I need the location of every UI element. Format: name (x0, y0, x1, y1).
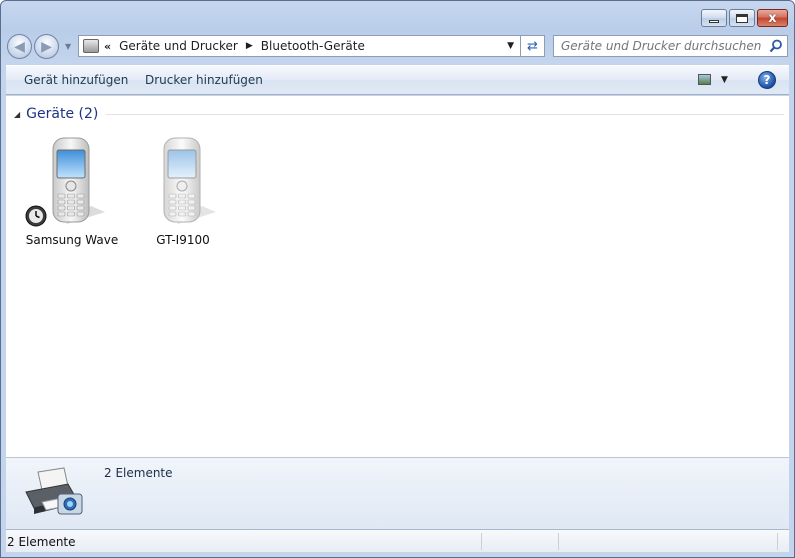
maximize-icon (736, 13, 748, 23)
minimize-button[interactable] (701, 9, 727, 27)
breadcrumb-devices-and-printers[interactable]: Geräte und Drucker (119, 39, 238, 53)
details-pane: 2 Elemente (6, 457, 789, 529)
arrow-left-icon: ◀ (14, 38, 25, 55)
devices-and-printers-icon (25, 467, 83, 515)
view-icon (698, 74, 711, 85)
address-dropdown-icon[interactable]: ▼ (507, 41, 514, 51)
device-label: Samsung Wave (25, 233, 119, 247)
status-divider (777, 533, 778, 550)
forward-button[interactable]: ▶ (34, 34, 59, 59)
maximize-button[interactable] (729, 9, 755, 27)
add-printer-button[interactable]: Drucker hinzufügen (145, 73, 263, 87)
device-item-samsung-wave[interactable]: Samsung Wave (22, 136, 122, 247)
close-button[interactable]: x (757, 9, 788, 27)
explorer-window: x ◀ ▶ ▼ « Geräte und Drucker ▶ Bluetooth… (0, 0, 795, 558)
group-divider (106, 113, 784, 115)
caption-buttons: x (701, 9, 788, 27)
close-icon: x (768, 10, 777, 26)
search-input[interactable] (561, 39, 773, 53)
add-device-button[interactable]: Gerät hinzufügen (24, 73, 128, 87)
group-title: Geräte (2) (26, 106, 99, 122)
help-button[interactable]: ? (758, 71, 776, 89)
device-item-gt-i9100[interactable]: GT-I9100 (133, 136, 233, 247)
search-box[interactable] (553, 35, 788, 57)
breadcrumb-separator-icon[interactable]: ▶ (246, 41, 253, 51)
command-bar: Gerät hinzufügen Drucker hinzufügen ▼ ? (6, 65, 789, 95)
collapse-triangle-icon[interactable]: ◢ (14, 110, 20, 119)
address-bar[interactable]: « Geräte und Drucker ▶ Bluetooth-Geräte … (78, 35, 521, 57)
recent-pages-dropdown[interactable]: ▼ (65, 42, 71, 51)
status-bar: 2 Elemente (6, 529, 789, 552)
item-count: 2 Elemente (104, 466, 173, 480)
navigation-bar: ◀ ▶ ▼ « Geräte und Drucker ▶ Bluetooth-G… (7, 34, 788, 59)
device-list: ◢ Geräte (2) Samsung Wave GT-I9100 (6, 96, 789, 457)
group-header-devices[interactable]: ◢ Geräte (2) (14, 106, 784, 122)
refresh-button[interactable]: ⇄ (521, 35, 545, 57)
refresh-icon: ⇄ (527, 38, 538, 54)
phone-icon (163, 137, 216, 224)
change-view-button[interactable]: ▼ (698, 74, 728, 85)
chevron-down-icon: ▼ (721, 74, 728, 85)
clock-icon (25, 205, 47, 227)
breadcrumb-bluetooth-devices[interactable]: Bluetooth-Geräte (261, 39, 365, 53)
breadcrumb-overflow[interactable]: « (104, 40, 111, 53)
back-button[interactable]: ◀ (7, 34, 32, 59)
status-divider (481, 533, 482, 550)
search-icon[interactable] (769, 39, 783, 53)
arrow-right-icon: ▶ (41, 38, 52, 55)
phone-icon (52, 137, 105, 224)
device-label: GT-I9100 (156, 233, 210, 247)
devices-folder-icon (83, 39, 99, 53)
status-divider (558, 533, 559, 550)
status-text: 2 Elemente (7, 535, 76, 549)
minimize-icon (709, 19, 719, 23)
